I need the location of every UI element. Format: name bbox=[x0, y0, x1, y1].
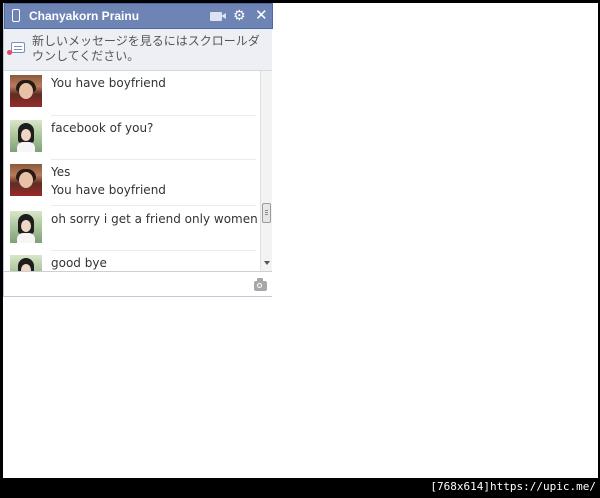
message-divider bbox=[51, 115, 256, 116]
message-divider bbox=[51, 250, 256, 251]
avatar[interactable] bbox=[10, 75, 42, 107]
scrollbar-thumb[interactable] bbox=[262, 203, 271, 223]
message-scrollbar[interactable] bbox=[260, 71, 272, 271]
message-text: You have boyfriend bbox=[51, 183, 166, 197]
message-text: You have boyfriend bbox=[51, 76, 166, 90]
notice-text: 新しいメッセージを見るにはスクロールダウンしてください。 bbox=[32, 34, 260, 63]
scroll-down-arrow-icon[interactable] bbox=[264, 261, 270, 265]
notice-badge bbox=[7, 50, 12, 55]
message-text: oh sorry i get a friend only women bbox=[51, 212, 258, 226]
chat-header[interactable]: Chanyakorn Prainu ⚙ ✕ bbox=[4, 3, 273, 29]
message-divider bbox=[51, 205, 256, 206]
video-call-icon[interactable] bbox=[210, 12, 226, 21]
chat-notice-icon bbox=[11, 42, 25, 53]
new-messages-notice[interactable]: 新しいメッセージを見るにはスクロールダウンしてください。 bbox=[4, 29, 272, 71]
avatar[interactable] bbox=[10, 255, 42, 271]
avatar[interactable] bbox=[10, 164, 42, 196]
message-text: good bye bbox=[51, 256, 107, 270]
message-compose-field[interactable] bbox=[4, 271, 272, 296]
avatar[interactable] bbox=[10, 211, 42, 243]
phone-icon bbox=[12, 9, 20, 22]
chat-window: Chanyakorn Prainu ⚙ ✕ 新しいメッセージを見るにはスクロール… bbox=[3, 3, 273, 297]
camera-icon[interactable] bbox=[254, 278, 267, 291]
message-text: facebook of you? bbox=[51, 121, 154, 135]
avatar[interactable] bbox=[10, 120, 42, 152]
close-icon[interactable]: ✕ bbox=[255, 7, 268, 24]
message-list[interactable]: You have boyfriend facebook of you? Yes … bbox=[4, 71, 260, 271]
chat-title[interactable]: Chanyakorn Prainu bbox=[29, 9, 139, 23]
message-text: Yes bbox=[51, 165, 71, 179]
message-divider bbox=[51, 159, 256, 160]
gear-icon[interactable]: ⚙ bbox=[233, 8, 246, 24]
watermark-text: [768x614]https://upic.me/ bbox=[430, 480, 596, 493]
